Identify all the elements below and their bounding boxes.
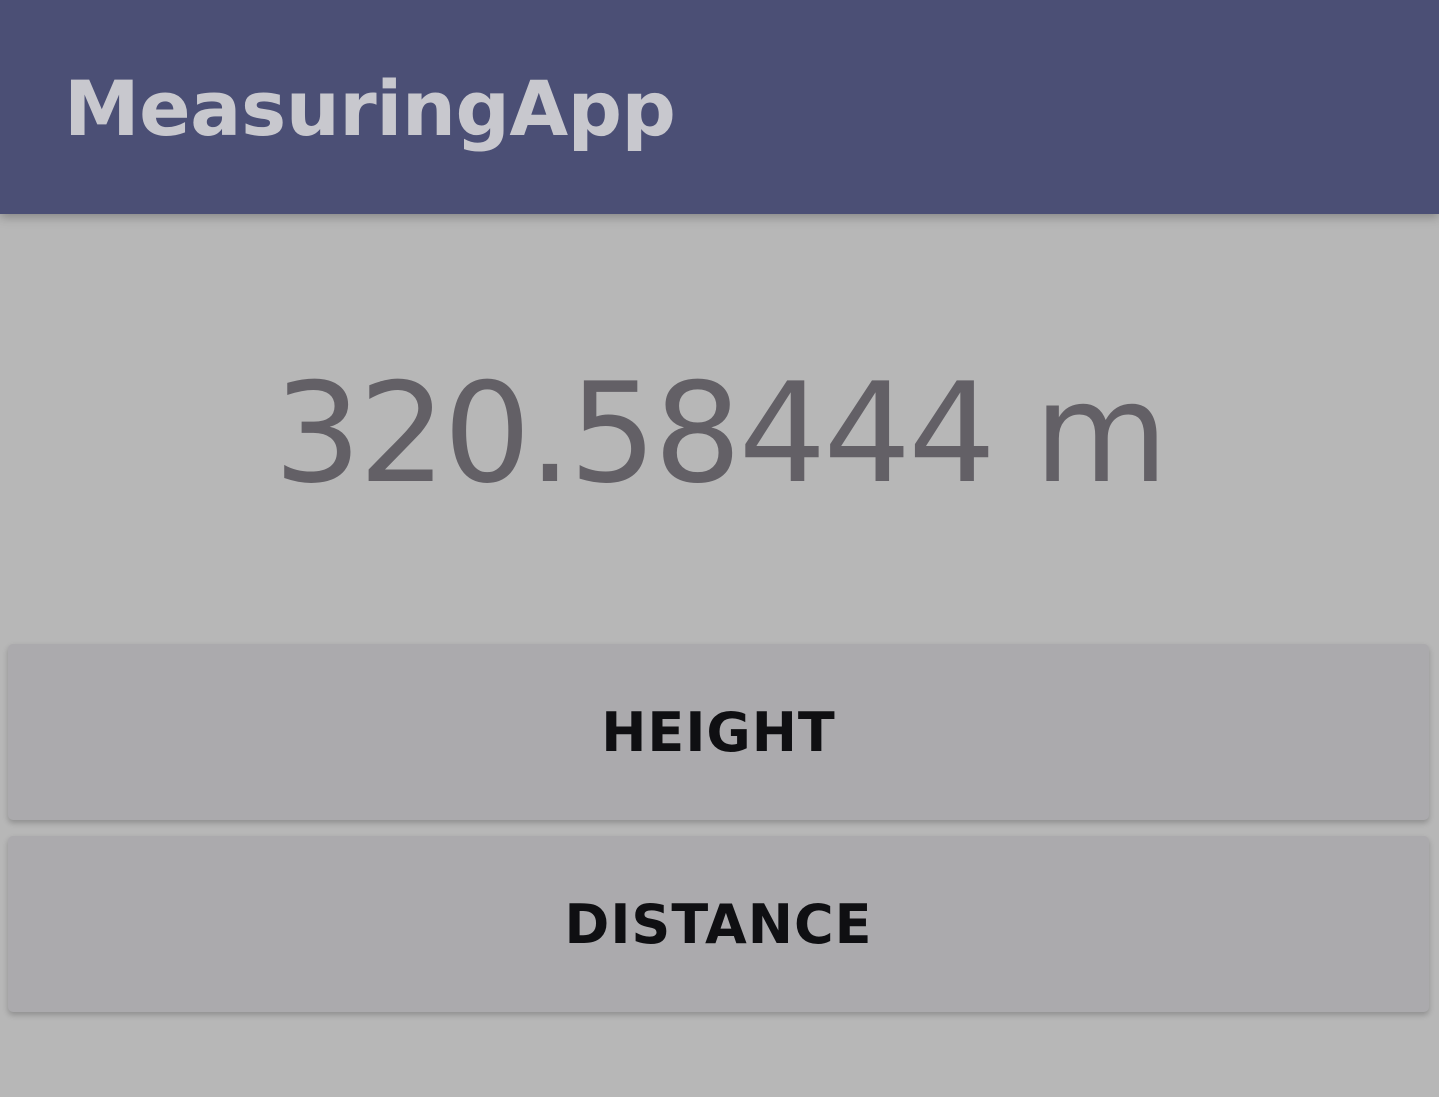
height-button[interactable]: HEIGHT [8, 644, 1429, 820]
main-content: 320.58444 m HEIGHT DISTANCE [0, 214, 1439, 1097]
height-button-label: HEIGHT [601, 700, 836, 764]
distance-button-label: DISTANCE [564, 892, 873, 956]
app-bar: MeasuringApp [0, 0, 1439, 214]
app-title: MeasuringApp [64, 64, 676, 153]
distance-button[interactable]: DISTANCE [8, 836, 1429, 1012]
measurement-readout: 320.58444 m [273, 353, 1169, 514]
